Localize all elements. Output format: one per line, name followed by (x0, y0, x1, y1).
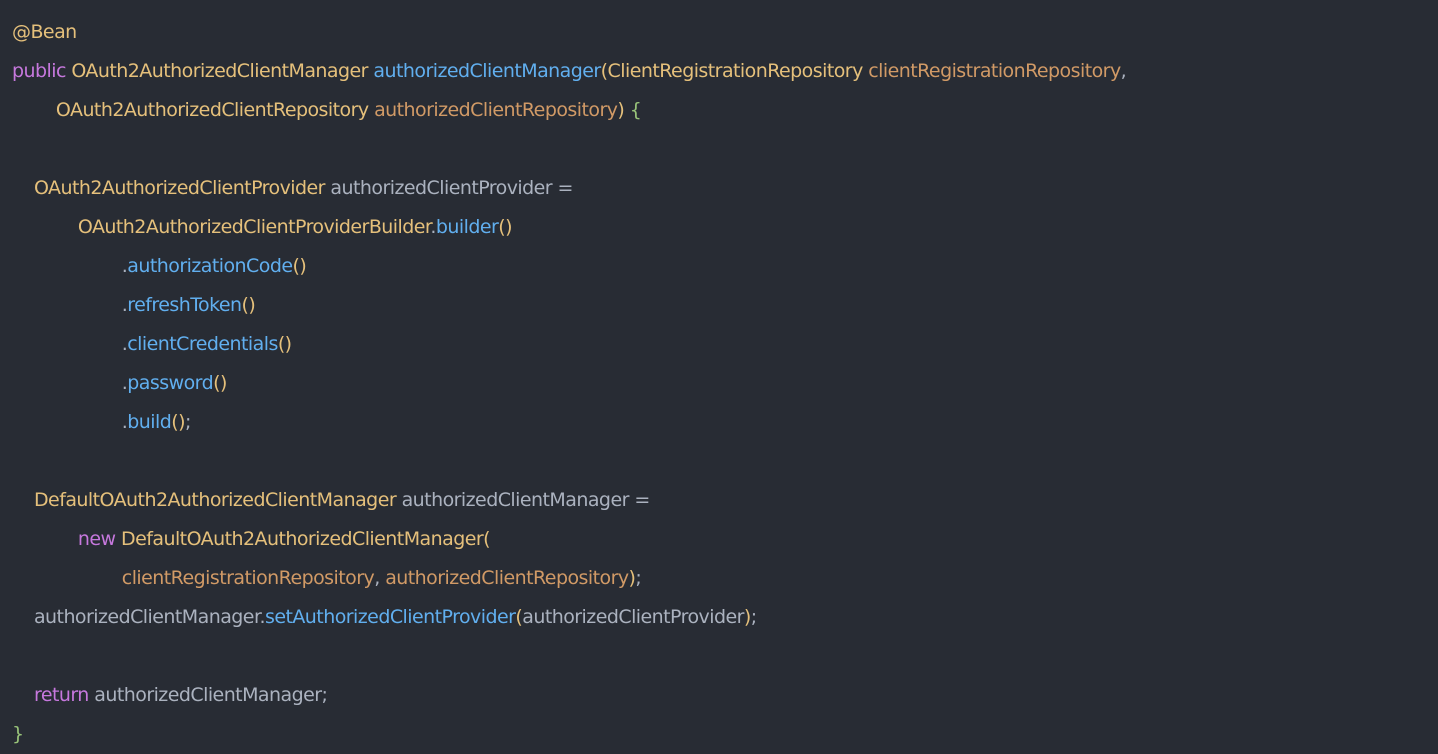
code-token-param: clientRegistrationRepository (868, 60, 1121, 82)
code-token-param: authorizedClientRepository (385, 567, 629, 589)
code-line: clientRegistrationRepository, authorized… (12, 559, 1438, 598)
code-token-paren: () (213, 372, 227, 394)
code-token-brace: { (629, 99, 642, 121)
code-token-fn: refreshToken (127, 294, 242, 316)
code-token-paren: ( (483, 528, 490, 550)
code-token-brace: } (12, 723, 24, 745)
code-token-paren: () (241, 294, 256, 316)
code-token-type: DefaultOAuth2AuthorizedClientManager (33, 489, 402, 511)
code-line: return authorizedClientManager; (12, 676, 1438, 715)
code-line: OAuth2AuthorizedClientProvider authorize… (12, 169, 1438, 208)
code-token-paren: () (171, 411, 185, 433)
code-token-fn: setAuthorizedClientProvider (264, 606, 516, 628)
code-token-type: DefaultOAuth2AuthorizedClientManager (121, 528, 484, 550)
code-token-plain: authorizedClientProvider = (330, 177, 573, 199)
code-token-fn: clientCredentials (127, 333, 278, 355)
code-token-plain: . (12, 333, 128, 355)
code-token-plain: authorizedClientManager = (401, 489, 651, 511)
code-token-plain: ; (750, 606, 757, 628)
code-token-type: OAuth2AuthorizedClientProvider (33, 177, 331, 199)
code-token-plain: authorizedClientManager. (12, 606, 266, 628)
code-line: OAuth2AuthorizedClientRepository authori… (12, 91, 1438, 130)
code-line: DefaultOAuth2AuthorizedClientManager aut… (12, 481, 1438, 520)
code-line: .clientCredentials() (12, 325, 1438, 364)
code-line: .build(); (12, 403, 1438, 442)
code-token-param: authorizedClientRepository (374, 99, 618, 121)
code-token-fn: builder (435, 216, 499, 238)
code-token-type: OAuth2AuthorizedClientRepository (55, 99, 375, 121)
code-token-plain: authorizedClientManager; (94, 684, 328, 706)
code-token-plain: , (1120, 60, 1127, 82)
code-token-fn: authorizationCode (127, 255, 293, 277)
code-token-paren: () (498, 216, 513, 238)
code-line: OAuth2AuthorizedClientProviderBuilder.bu… (12, 208, 1438, 247)
code-token-type: ClientRegistrationRepository (607, 60, 869, 82)
code-line: authorizedClientManager.setAuthorizedCli… (12, 598, 1438, 637)
code-token-kw: return (33, 684, 95, 706)
code-line: public OAuth2AuthorizedClientManager aut… (12, 52, 1438, 91)
code-line: .refreshToken() (12, 286, 1438, 325)
code-token-paren: ( (600, 60, 608, 82)
code-token-kw: new (77, 528, 121, 550)
code-token-fn: password (127, 372, 214, 394)
code-token-plain: , (374, 567, 386, 589)
code-token-type: OAuth2AuthorizedClientManager (71, 60, 374, 82)
code-token-plain: . (12, 411, 128, 433)
code-line: @Bean (12, 13, 1438, 52)
code-token-fn: build (127, 411, 172, 433)
code-token-plain: . (12, 372, 128, 394)
code-editor[interactable]: @Bean public OAuth2AuthorizedClientManage… (0, 0, 1438, 753)
code-line: .authorizationCode() (12, 247, 1438, 286)
code-token-plain: ; (185, 411, 191, 433)
code-token-type: OAuth2AuthorizedClientProviderBuilder (77, 216, 431, 238)
code-token-paren: () (292, 255, 307, 277)
code-token-paren: () (277, 333, 292, 355)
code-token-plain: authorizedClientProvider (522, 606, 744, 628)
code-token-plain: . (12, 294, 128, 316)
code-token-plain: ; (635, 567, 642, 589)
code-token-paren: ) (743, 606, 751, 628)
code-token-fn: authorizedClientManager (373, 60, 601, 82)
code-line: new DefaultOAuth2AuthorizedClientManager… (12, 520, 1438, 559)
code-token-ann: @Bean (12, 21, 77, 43)
code-token-param: clientRegistrationRepository (121, 567, 375, 589)
code-line: } (12, 715, 1438, 754)
code-token-kw: public (12, 60, 72, 82)
code-line: .password() (12, 364, 1438, 403)
code-token-plain: . (12, 255, 128, 277)
